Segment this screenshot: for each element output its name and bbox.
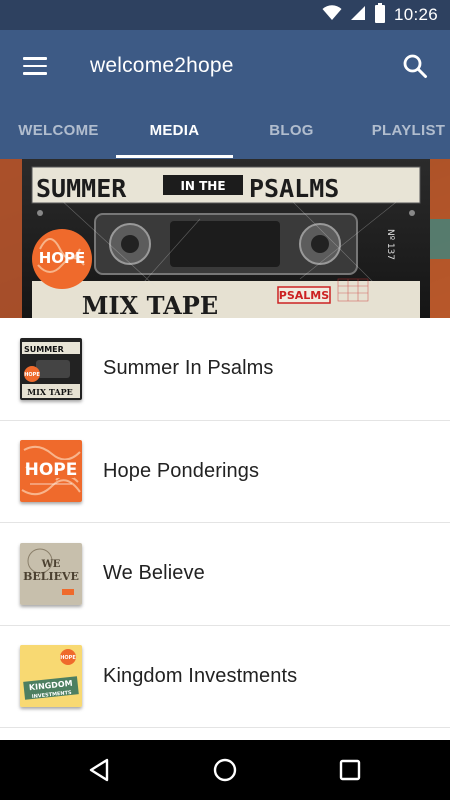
status-bar: 10:26 bbox=[0, 0, 450, 30]
tab-bar: WELCOME MEDIA BLOG PLAYLIST bbox=[0, 102, 450, 159]
svg-text:HOPE: HOPE bbox=[25, 460, 78, 480]
svg-text:SUMMER: SUMMER bbox=[24, 345, 64, 354]
back-icon[interactable] bbox=[85, 755, 115, 785]
list-item[interactable]: HOPE KINGDOM INVESTMENTS Kingdom Investm… bbox=[0, 625, 450, 728]
tab-media[interactable]: MEDIA bbox=[116, 102, 233, 159]
series-banner[interactable]: SUMMER IN THE PSALMS HOPE MIX TAPE PSALM… bbox=[0, 159, 450, 318]
status-time: 10:26 bbox=[393, 5, 438, 24]
cellular-signal-icon bbox=[350, 5, 366, 26]
we-believe-thumbnail: WE BELIEVE bbox=[20, 542, 82, 605]
list-item[interactable]: SUMMER HOPE MIX TAPE Summer In Psalms bbox=[0, 318, 450, 421]
summer-in-psalms-thumbnail: SUMMER HOPE MIX TAPE bbox=[20, 337, 82, 400]
banner-title-right: PSALMS bbox=[249, 174, 339, 203]
menu-icon[interactable] bbox=[23, 57, 47, 75]
wifi-icon bbox=[322, 4, 342, 26]
hope-ponderings-thumbnail: HOPE bbox=[20, 440, 82, 503]
list-item[interactable]: HOPE Hope Ponderings bbox=[0, 420, 450, 523]
active-tab-indicator bbox=[116, 155, 233, 158]
recents-icon[interactable] bbox=[335, 755, 365, 785]
battery-icon bbox=[374, 2, 386, 28]
tab-playlist[interactable]: PLAYLIST bbox=[350, 102, 450, 159]
tab-blog[interactable]: BLOG bbox=[233, 102, 350, 159]
banner-label-tag: PSALMS bbox=[279, 289, 329, 302]
banner-title-left: SUMMER bbox=[36, 174, 127, 203]
banner-title-mid: IN THE bbox=[180, 179, 225, 193]
system-navigation-bar bbox=[0, 740, 450, 800]
search-icon[interactable] bbox=[402, 53, 428, 79]
svg-text:BELIEVE: BELIEVE bbox=[23, 570, 79, 583]
list-item-title: We Believe bbox=[103, 562, 205, 585]
mix-tape-banner-image: SUMMER IN THE PSALMS HOPE MIX TAPE PSALM… bbox=[0, 159, 450, 318]
svg-text:MIX TAPE: MIX TAPE bbox=[27, 387, 72, 397]
app-title: welcome2hope bbox=[90, 54, 234, 77]
banner-hope-badge: HOPE bbox=[39, 249, 86, 267]
svg-text:HOPE: HOPE bbox=[24, 372, 40, 378]
list-item-title: Kingdom Investments bbox=[103, 664, 298, 687]
app-bar: welcome2hope bbox=[0, 30, 450, 102]
banner-subtitle: MIX TAPE bbox=[82, 291, 218, 318]
list-item[interactable]: WE BELIEVE We Believe bbox=[0, 523, 450, 626]
svg-text:HOPE: HOPE bbox=[60, 655, 76, 661]
list-item-title: Summer In Psalms bbox=[103, 357, 274, 380]
media-series-list: SUMMER HOPE MIX TAPE Summer In Psalms HO… bbox=[0, 318, 450, 728]
home-icon[interactable] bbox=[210, 755, 240, 785]
svg-text:WE: WE bbox=[41, 559, 61, 570]
tab-welcome[interactable]: WELCOME bbox=[0, 102, 117, 159]
kingdom-investments-thumbnail: HOPE KINGDOM INVESTMENTS bbox=[20, 645, 82, 708]
list-item-title: Hope Ponderings bbox=[103, 459, 260, 482]
banner-side-text: Nº 137 bbox=[385, 229, 395, 260]
